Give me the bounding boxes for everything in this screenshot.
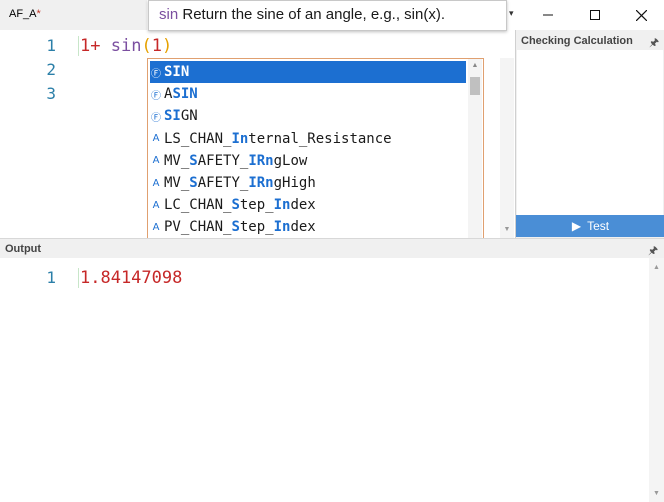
- autocomplete-item[interactable]: Ⓕ SI GN: [150, 105, 466, 127]
- close-button[interactable]: [618, 0, 664, 30]
- attribute-icon: A: [152, 221, 160, 233]
- attribute-icon: A: [152, 133, 160, 145]
- item-text: gLow: [273, 152, 308, 169]
- output-header: Output 🖈: [0, 238, 664, 258]
- code-line[interactable]: 1+ sin(1): [80, 36, 172, 56]
- autocomplete-item[interactable]: Ⓕ A SIN: [150, 83, 466, 105]
- autocomplete-item[interactable]: Ⓕ SIN: [150, 61, 466, 83]
- attribute-icon: A: [152, 199, 160, 211]
- autocomplete-scrollbar[interactable]: ▲ ▼: [468, 59, 482, 257]
- line-number: 3: [46, 84, 56, 103]
- match-highlight: IRn: [248, 175, 274, 191]
- match-highlight: In: [273, 197, 291, 214]
- play-icon: ▶: [571, 219, 582, 233]
- match-highlight: SIN: [172, 86, 198, 103]
- item-text: AFETY_: [197, 152, 249, 169]
- item-text: AFETY_: [197, 175, 249, 191]
- match-highlight: S: [231, 219, 240, 236]
- minimize-icon: [543, 14, 553, 16]
- item-text: LC_CHAN_: [164, 197, 232, 214]
- autocomplete-item[interactable]: A LS_CHAN_ In ternal_Resistance: [150, 128, 466, 150]
- match-highlight: S: [231, 197, 240, 214]
- item-text: GN: [180, 108, 198, 125]
- modified-indicator: *: [36, 8, 41, 20]
- test-button[interactable]: ▶ Test: [516, 215, 664, 237]
- attribute-icon: A: [152, 177, 160, 189]
- item-text: LS_CHAN_: [164, 130, 232, 147]
- autocomplete-item[interactable]: A PV_CHAN_ Step_ In dex: [150, 216, 466, 238]
- minimize-button[interactable]: [525, 0, 571, 30]
- autocomplete-list[interactable]: Ⓕ SIN Ⓕ A SIN Ⓕ SI GN A LS_CHAN_ In ternal_Resistan…: [147, 58, 484, 258]
- match-highlight: In: [273, 219, 291, 236]
- function-icon: Ⓕ: [151, 68, 161, 80]
- item-text: gHigh: [273, 175, 316, 191]
- scroll-down-icon[interactable]: ▼: [649, 490, 664, 497]
- panel-body: [517, 50, 663, 215]
- autocomplete-item[interactable]: A MV_ S AFETY_ IRn gHigh: [150, 172, 466, 194]
- match-highlight: IRn: [248, 152, 274, 169]
- match-highlight: SIN: [164, 64, 190, 80]
- item-text: dex: [290, 219, 316, 236]
- panel-title: Output: [5, 243, 42, 255]
- close-icon: [635, 9, 647, 21]
- attribute-icon: A: [152, 155, 160, 167]
- output-area[interactable]: 1 1.84147098 ▲ ▼: [0, 258, 664, 502]
- function-icon: Ⓕ: [151, 90, 161, 102]
- autocomplete-item[interactable]: A LC_CHAN_ Step_ In dex: [150, 194, 466, 216]
- gutter-change-marker: [78, 36, 79, 56]
- maximize-icon: [590, 10, 600, 20]
- item-text: tep_: [239, 219, 274, 236]
- output-value: 1.84147098: [80, 268, 183, 288]
- match-highlight: S: [189, 152, 198, 169]
- scroll-up-icon[interactable]: ▲: [649, 264, 664, 271]
- editor-scrollbar[interactable]: ▼: [500, 58, 514, 238]
- item-text: tep_: [239, 197, 274, 214]
- line-number: 2: [46, 60, 56, 79]
- document-tab[interactable]: AF_A*: [0, 0, 147, 30]
- item-text: dex: [290, 197, 316, 214]
- function-icon: Ⓕ: [151, 112, 161, 124]
- line-number: 1: [46, 36, 56, 55]
- maximize-button[interactable]: [572, 0, 618, 30]
- autocomplete-item[interactable]: A MV_ S AFETY_ IRn gLow: [150, 150, 466, 172]
- tooltip-text: sin Return the sine of an angle, e.g., s…: [159, 6, 446, 23]
- item-text: ternal_Resistance: [248, 130, 392, 147]
- checking-calculation-panel: Checking Calculation 🖈 ▶ Test: [515, 30, 664, 238]
- function-tooltip: sin Return the sine of an angle, e.g., s…: [148, 0, 507, 31]
- document-title: AF_A*: [9, 8, 41, 20]
- scroll-up-icon[interactable]: ▲: [468, 62, 482, 69]
- item-text: MV_: [164, 152, 190, 169]
- panel-title: Checking Calculation: [521, 35, 633, 47]
- match-highlight: SI: [164, 108, 181, 125]
- line-number: 1: [46, 268, 56, 287]
- output-scrollbar[interactable]: ▲ ▼: [649, 258, 664, 502]
- match-highlight: S: [189, 175, 198, 191]
- item-text: MV_: [164, 175, 190, 191]
- item-text: A: [164, 86, 173, 103]
- item-text: PV_CHAN_: [164, 219, 232, 236]
- tab-dropdown-icon[interactable]: ▾: [509, 8, 514, 19]
- scroll-thumb[interactable]: [470, 77, 480, 95]
- gutter-change-marker: [78, 268, 79, 288]
- scroll-down-icon[interactable]: ▼: [500, 226, 514, 233]
- match-highlight: In: [231, 130, 249, 147]
